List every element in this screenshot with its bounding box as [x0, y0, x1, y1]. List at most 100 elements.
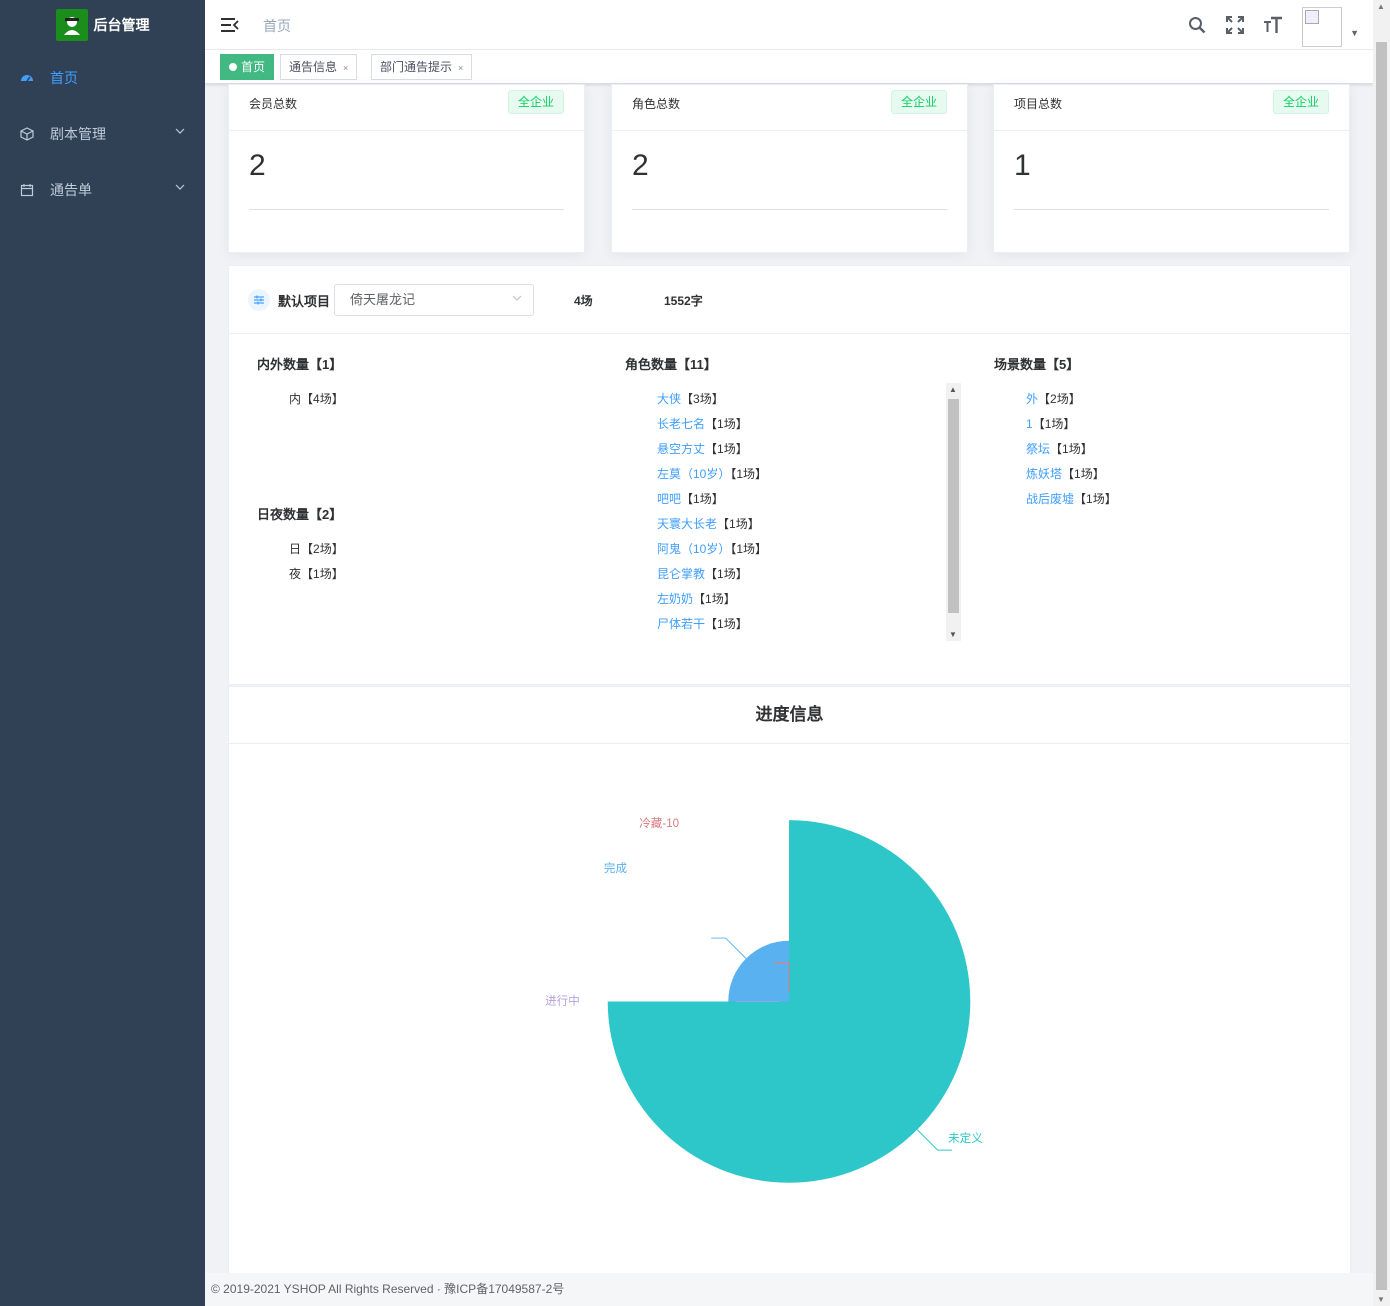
calendar-icon — [20, 183, 34, 197]
role-link[interactable]: 左奶奶 — [657, 592, 693, 606]
stat-title: 项目总数 — [1014, 97, 1063, 111]
stat-card-members: 会员总数 全企业 2 — [228, 84, 585, 253]
sidebar-item-notice[interactable]: 通告单 — [0, 162, 205, 218]
scroll-up-icon[interactable]: ▲ — [949, 385, 957, 394]
settings-icon — [248, 289, 270, 311]
sidebar-item-home[interactable]: 首页 — [0, 50, 205, 106]
navbar: 首页 ▼ — [205, 0, 1373, 50]
font-size-icon[interactable] — [1254, 0, 1292, 50]
close-icon[interactable]: × — [343, 63, 348, 73]
list-item: 炼妖塔【1场】 — [1026, 467, 1105, 481]
places-title: 场景数量【5】 — [994, 357, 1080, 372]
list-item: 1【1场】 — [1026, 417, 1076, 431]
search-icon[interactable] — [1178, 0, 1216, 50]
label-line — [916, 1129, 953, 1151]
place-link[interactable]: 炼妖塔 — [1026, 467, 1062, 481]
daynight-title: 日夜数量【2】 — [257, 507, 343, 522]
tags-view: 首页 通告信息 × 部门通告提示 × — [205, 50, 1373, 84]
role-link[interactable]: 大侠 — [657, 392, 681, 406]
roles-scrollbar[interactable]: ▲ ▼ — [946, 383, 961, 641]
list-item: 大侠【3场】 — [657, 392, 724, 406]
slice-label: 未定义 — [948, 1131, 983, 1145]
list-item: 昆仑掌教【1场】 — [657, 567, 748, 581]
sidebar-item-label: 通告单 — [50, 182, 92, 198]
sidebar-item-label: 首页 — [50, 70, 78, 86]
inout-list: 内【4场】 — [289, 387, 344, 412]
fullscreen-icon[interactable] — [1216, 0, 1254, 50]
tag-notice-info[interactable]: 通告信息 × — [280, 54, 358, 80]
sidebar-item-scripts[interactable]: 剧本管理 — [0, 106, 205, 162]
tag-label: 通告信息 — [289, 60, 338, 74]
role-link[interactable]: 吧吧 — [657, 492, 681, 506]
place-link[interactable]: 祭坛 — [1026, 442, 1050, 456]
scroll-down-icon[interactable]: ▼ — [1377, 1295, 1385, 1304]
list-item: 夜【1场】 — [289, 567, 344, 581]
divider — [1014, 209, 1329, 210]
list-item: 日【2场】 — [289, 542, 344, 556]
tag-dept-notice[interactable]: 部门通告提示 × — [371, 54, 473, 80]
scope-badge: 全企业 — [507, 90, 564, 114]
list-item: 战后废墟【1场】 — [1026, 492, 1117, 506]
sidebar: 后台管理 首页 剧本管理 通告单 — [0, 0, 205, 1306]
place-link[interactable]: 1 — [1026, 417, 1033, 431]
roles-title: 角色数量【11】 — [625, 357, 717, 372]
role-link[interactable]: 尸体若干 — [657, 617, 705, 631]
list-item: 内【4场】 — [289, 392, 344, 406]
list-item: 外【2场】 — [1026, 392, 1081, 406]
word-count: 1552字 — [664, 294, 703, 308]
progress-pie-chart: 未定义进行中完成冷藏-10未定义进行中完成等待中冷藏-10 — [545, 817, 983, 1284]
chevron-down-icon — [175, 128, 185, 134]
scene-count: 4场 — [574, 294, 593, 308]
avatar[interactable] — [1302, 7, 1343, 47]
close-icon[interactable]: × — [458, 63, 463, 73]
chevron-down-icon — [175, 184, 185, 190]
slice-label: 冷藏-10 — [639, 817, 679, 830]
list-item: 尸体若干【1场】 — [657, 617, 748, 631]
scope-badge: 全企业 — [890, 90, 947, 114]
logo[interactable]: 后台管理 — [0, 0, 205, 50]
caret-down-icon[interactable]: ▼ — [1350, 28, 1359, 38]
progress-chart-card: 进度信息 未定义进行中完成冷藏-10未定义进行中完成等待中冷藏-10 — [228, 686, 1351, 1286]
role-link[interactable]: 天寰大长老 — [657, 517, 717, 531]
list-item: 悬空方丈【1场】 — [657, 442, 748, 456]
divider — [632, 209, 947, 210]
stat-card-projects: 项目总数 全企业 1 — [993, 84, 1350, 253]
list-item: 吧吧【1场】 — [657, 492, 724, 506]
project-header: 默认项目 倚天屠龙记 4场 1552字 — [229, 266, 1350, 334]
breadcrumb[interactable]: 首页 — [263, 16, 291, 36]
list-item: 左莫（10岁）【1场】 — [657, 467, 768, 481]
list-item: 祭坛【1场】 — [1026, 442, 1093, 456]
scrollbar-thumb[interactable] — [948, 399, 959, 613]
scrollbar-thumb[interactable] — [1376, 42, 1387, 1290]
app-title: 后台管理 — [93, 17, 150, 33]
tag-label: 首页 — [241, 60, 266, 74]
tag-label: 部门通告提示 — [380, 60, 453, 74]
stat-title: 会员总数 — [249, 97, 298, 111]
stat-title: 角色总数 — [632, 97, 681, 111]
role-link[interactable]: 长老七名 — [657, 417, 705, 431]
place-link[interactable]: 外 — [1026, 392, 1038, 406]
sidebar-item-label: 剧本管理 — [50, 126, 106, 142]
role-link[interactable]: 悬空方丈 — [657, 442, 705, 456]
chevron-down-icon — [511, 285, 523, 315]
stat-card-roles: 角色总数 全企业 2 — [611, 84, 968, 253]
role-link[interactable]: 阿鬼（10岁） — [657, 542, 730, 556]
page-scrollbar[interactable]: ▲ ▼ — [1373, 0, 1390, 1306]
label-line — [711, 937, 747, 959]
stat-value: 2 — [249, 149, 266, 182]
place-link[interactable]: 战后废墟 — [1026, 492, 1074, 506]
role-link[interactable]: 昆仑掌教 — [657, 567, 705, 581]
tag-home[interactable]: 首页 — [220, 54, 275, 80]
list-item: 阿鬼（10岁）【1场】 — [657, 542, 768, 556]
project-select[interactable]: 倚天屠龙记 — [334, 284, 534, 316]
daynight-list: 日【2场】 夜【1场】 — [289, 537, 344, 587]
stat-value: 2 — [632, 149, 649, 182]
project-label: 默认项目 — [278, 294, 331, 309]
scroll-down-icon[interactable]: ▼ — [949, 630, 957, 639]
scroll-up-icon[interactable]: ▲ — [1377, 2, 1385, 11]
hamburger-icon[interactable] — [220, 15, 240, 35]
slice-label: 进行中 — [545, 993, 580, 1007]
stat-value: 1 — [1014, 149, 1031, 182]
role-link[interactable]: 左莫（10岁） — [657, 467, 730, 481]
project-select-value: 倚天屠龙记 — [350, 292, 416, 307]
